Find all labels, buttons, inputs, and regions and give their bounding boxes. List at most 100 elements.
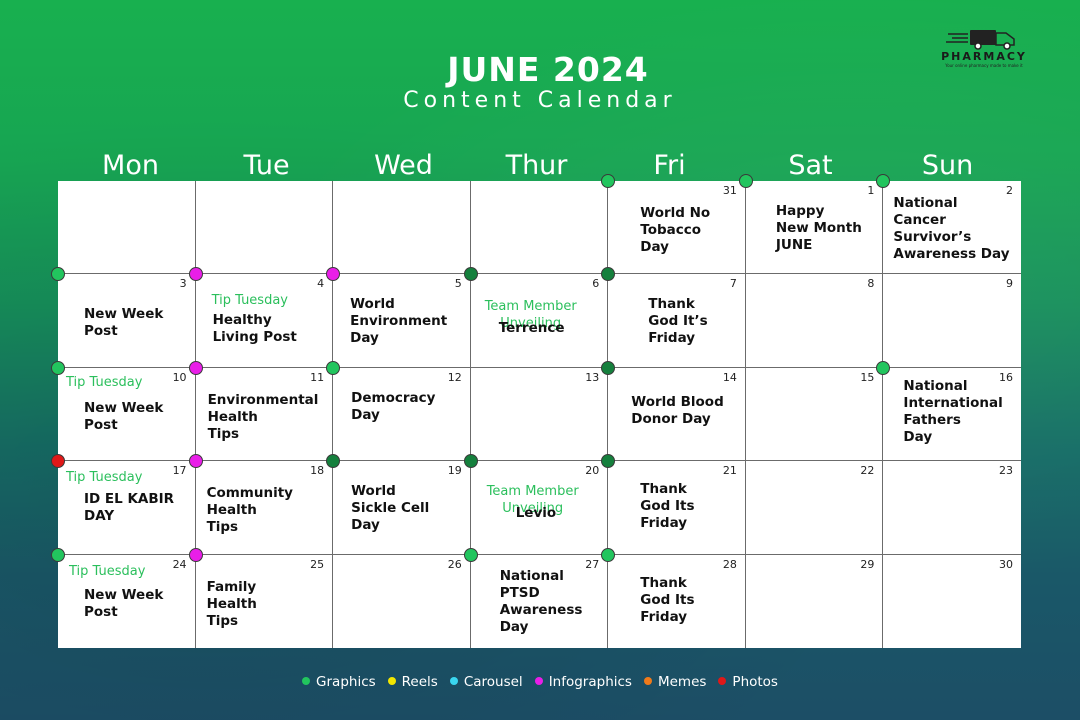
day-number: 25	[310, 557, 325, 571]
calendar-cell[interactable]: 6 Team Member Unveiling Terrence	[470, 274, 609, 368]
calendar-grid: 31 World No Tobacco Day 1 Happy New Month J…	[58, 181, 1021, 648]
day-number: 29	[860, 557, 875, 571]
legend-item-reels: Reels	[387, 674, 438, 690]
calendar-cell[interactable]: 26	[333, 554, 471, 648]
day-number: 14	[722, 370, 737, 384]
post-type-marker-graphics	[463, 267, 478, 282]
legend-label: Infographics	[548, 674, 632, 690]
day-number: 24	[172, 557, 187, 571]
calendar-cell[interactable]: 1 Happy New Month JUNE	[745, 181, 884, 275]
event-text: Thank God Its Friday	[640, 574, 695, 625]
legend-label: Graphics	[316, 674, 376, 690]
calendar-cell[interactable]: 24 Tip Tuesday New Week Post	[58, 554, 196, 648]
calendar-cell[interactable]: 19 World Sickle Cell Day	[333, 461, 471, 555]
calendar-cell[interactable]: 15	[745, 367, 884, 462]
day-number: 22	[860, 464, 875, 478]
day-header-wed: Wed	[374, 150, 433, 181]
logo-tagline: Your online pharmacy made to make it	[945, 63, 1023, 68]
day-number: 1	[867, 184, 875, 197]
calendar-cell[interactable]: 22	[745, 461, 884, 555]
event-text: Environmental Health Tips	[207, 391, 319, 442]
pharmacy-logo: PHARMACY Your online pharmacy made to ma…	[924, 28, 1044, 78]
legend-dot-icon	[718, 677, 727, 685]
logo-name: PHARMACY	[941, 50, 1027, 63]
calendar-cell[interactable]: 9	[883, 274, 1021, 368]
calendar-cell[interactable]	[58, 181, 196, 275]
calendar-cell[interactable]: 2 National Cancer Survivor’s Awareness Da…	[883, 181, 1021, 275]
legend: Graphics Reels Carousel Infographics Memes Ph…	[0, 674, 1080, 690]
content-tag-label: Tip Tuesday	[211, 293, 288, 309]
calendar-cell[interactable]: 21 Thank God Its Friday	[608, 461, 746, 555]
event-text: Happy New Month JUNE	[775, 203, 862, 253]
legend-dot-icon	[302, 677, 311, 685]
day-number: 28	[722, 557, 737, 571]
calendar-cell[interactable]: 3 New Week Post	[58, 274, 196, 368]
calendar-cell[interactable]: 30	[883, 555, 1021, 648]
page-title: JUNE 2024	[447, 50, 649, 89]
day-number: 9	[1005, 277, 1013, 291]
calendar-cell[interactable]: 12 Democracy Day	[333, 367, 471, 462]
legend-item-graphics: Graphics	[302, 674, 376, 690]
event-text: World No Tobacco Day	[640, 205, 711, 255]
calendar-cell[interactable]: 11 Environmental Health Tips	[195, 367, 334, 462]
event-text: Terrence	[498, 320, 565, 337]
calendar-cell[interactable]: 16 National International Fathers Day	[883, 368, 1021, 462]
calendar-cell[interactable]: 5 World Environment Day	[333, 274, 471, 368]
day-number: 20	[585, 464, 600, 478]
calendar-cell[interactable]: 14 World Blood Donor Day	[608, 367, 746, 462]
day-header-mon: Mon	[102, 150, 159, 181]
calendar-cell[interactable]: 13	[470, 367, 609, 462]
calendar-cell[interactable]: 4 Tip Tuesday Healthy Living Post	[195, 274, 334, 368]
page-subtitle: Content Calendar	[403, 88, 677, 113]
post-type-marker-graphics	[738, 174, 753, 188]
post-type-marker-infographics	[188, 360, 203, 375]
day-header-thur: Thur	[505, 150, 568, 181]
calendar-cell[interactable]: 31 World No Tobacco Day	[608, 181, 746, 275]
event-text: New Week Post	[84, 306, 164, 340]
post-type-marker-graphics	[326, 360, 341, 375]
day-number: 4	[317, 277, 325, 291]
calendar-cell[interactable]	[470, 181, 609, 275]
post-type-marker-graphics	[463, 454, 478, 469]
post-type-marker-graphics	[51, 547, 65, 562]
day-number: 18	[310, 464, 325, 478]
day-header-sat: Sat	[788, 150, 833, 181]
day-number: 11	[310, 370, 325, 384]
calendar-cell[interactable]: 25 Family Health Tips	[196, 554, 334, 648]
day-number: 27	[585, 557, 600, 571]
event-text: National PTSD Awareness Day	[499, 567, 583, 635]
calendar-cell[interactable]: 27 National PTSD Awareness Day	[471, 554, 609, 648]
event-text: Family Health Tips	[206, 578, 257, 629]
day-number: 21	[722, 464, 737, 478]
calendar-cell[interactable]: 7 Thank God It’s Friday	[608, 274, 746, 368]
day-number: 8	[867, 277, 875, 291]
calendar-cell[interactable]: 18 Community Health Tips	[195, 461, 334, 555]
calendar-cell[interactable]: 20 Team Member Unveiling Levio	[470, 461, 609, 555]
legend-label: Memes	[657, 674, 707, 690]
post-type-marker-graphics	[51, 360, 65, 375]
calendar-cell[interactable]: 28 Thank God Its Friday	[608, 554, 746, 648]
content-tag-label: Tip Tuesday	[69, 563, 146, 579]
calendar-cell[interactable]: 23	[883, 461, 1021, 555]
post-type-marker-graphics	[601, 360, 616, 375]
calendar-cell[interactable]: 29	[746, 554, 884, 648]
calendar-cell[interactable]: 10 Tip Tuesday New Week Post	[58, 367, 196, 462]
legend-label: Photos	[732, 674, 778, 690]
day-number: 15	[860, 370, 875, 384]
calendar-cell[interactable]: 17 Tip Tuesday ID EL KABIR DAY	[58, 461, 196, 555]
post-type-marker-infographics	[188, 547, 203, 562]
day-number: 26	[447, 557, 462, 571]
delivery-truck-icon	[946, 30, 1015, 50]
calendar-cell[interactable]: 8	[745, 274, 884, 368]
event-text: World Blood Donor Day	[631, 393, 724, 427]
calendar-cell[interactable]	[333, 181, 471, 275]
legend-item-memes: Memes	[643, 674, 707, 690]
day-number: 30	[998, 557, 1013, 571]
event-text: World Environment Day	[350, 296, 448, 347]
calendar-cell[interactable]	[195, 181, 334, 275]
day-header-sun: Sun	[921, 150, 974, 181]
legend-item-photos: Photos	[718, 674, 778, 690]
event-text: World Sickle Cell Day	[351, 483, 430, 534]
day-number: 13	[585, 370, 600, 384]
day-number: 31	[722, 184, 737, 197]
